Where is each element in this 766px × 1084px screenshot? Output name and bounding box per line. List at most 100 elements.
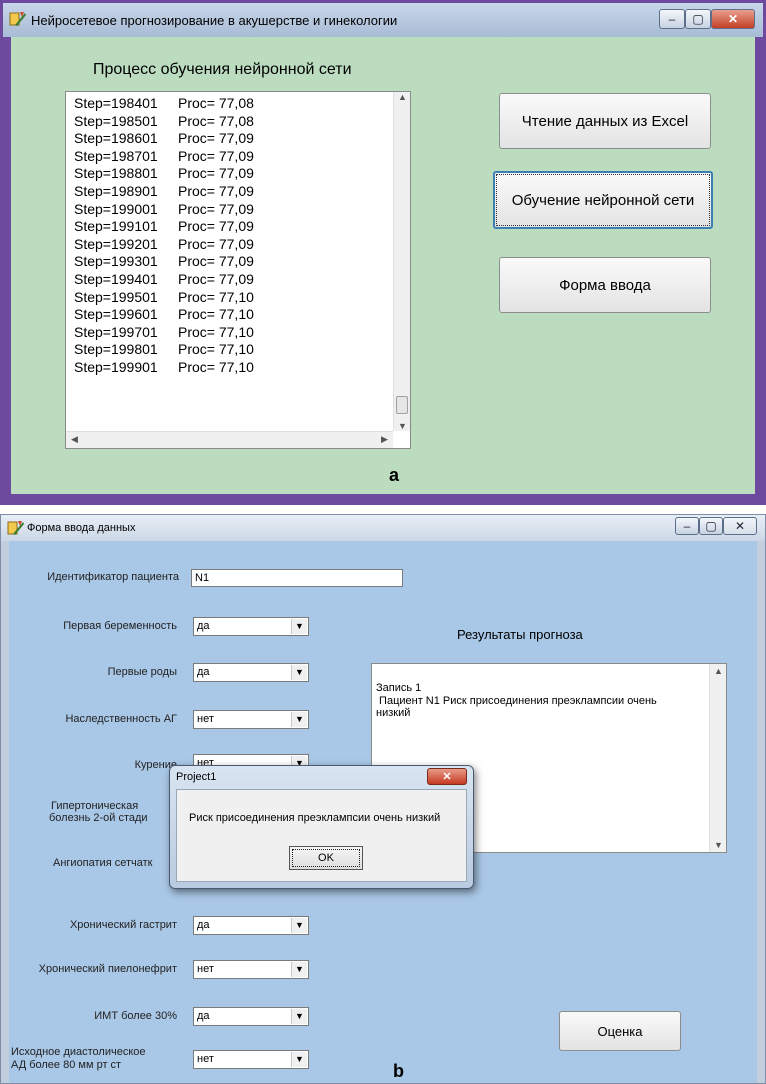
log-proc: Proc= 77,10 (178, 306, 254, 323)
heredity-label: Наследственность АГ (65, 713, 177, 725)
bmi-value: да (197, 1010, 210, 1022)
chevron-down-icon[interactable]: ▼ (291, 712, 307, 727)
log-line[interactable]: Step=199201 Proc= 77,09 (74, 236, 254, 254)
log-step: Step=199901 (74, 358, 158, 375)
scroll-up-icon[interactable]: ▲ (710, 666, 727, 676)
title-bar[interactable]: Нейросетевое прогнозирование в акушерств… (3, 3, 763, 37)
chevron-down-icon[interactable]: ▼ (291, 1052, 307, 1067)
train-network-button[interactable]: Обучение нейронной сети (493, 171, 713, 229)
scroll-left-icon[interactable]: ◀ (66, 434, 83, 445)
chevron-down-icon[interactable]: ▼ (291, 918, 307, 933)
dialog-title: Project1 (176, 771, 217, 783)
input-form-button[interactable]: Форма ввода (499, 257, 711, 313)
pencil-app-icon (7, 519, 25, 537)
close-icon: ✕ (727, 12, 739, 26)
log-proc: Proc= 77,09 (178, 130, 254, 147)
results-line: низкий (376, 707, 411, 719)
log-line[interactable]: Step=199301 Proc= 77,09 (74, 253, 254, 271)
maximize-button[interactable]: ▢ (699, 517, 723, 535)
results-line: Пациент N1 Риск присоединения преэклампс… (376, 694, 657, 707)
close-button[interactable]: ✕ (711, 9, 755, 29)
log-step: Step=199001 (74, 200, 158, 217)
log-step: Step=199401 (74, 270, 158, 287)
hypertension-label-line1: Гипертоническая (51, 800, 139, 812)
log-line[interactable]: Step=199101 Proc= 77,09 (74, 218, 254, 236)
log-proc: Proc= 77,09 (178, 165, 254, 182)
log-proc: Proc= 77,09 (178, 218, 254, 235)
maximize-icon: ▢ (705, 519, 717, 533)
log-line[interactable]: Step=199701 Proc= 77,10 (74, 324, 254, 342)
scroll-up-icon[interactable]: ▲ (394, 92, 411, 102)
read-excel-button[interactable]: Чтение данных из Excel (499, 93, 711, 149)
chevron-down-icon[interactable]: ▼ (291, 962, 307, 977)
scroll-down-icon[interactable]: ▼ (394, 421, 411, 431)
log-line[interactable]: Step=198701 Proc= 77,09 (74, 148, 254, 166)
dialog-message: Риск присоединения преэклампсии очень ни… (189, 812, 441, 824)
gastritis-value: да (197, 919, 210, 931)
gastritis-select[interactable]: да ▼ (193, 916, 309, 935)
log-line[interactable]: Step=198401 Proc= 77,08 (74, 95, 254, 113)
log-line[interactable]: Step=199901 Proc= 77,10 (74, 359, 254, 377)
patient-id-input[interactable]: N1 (191, 569, 403, 587)
heredity-select[interactable]: нет ▼ (193, 710, 309, 729)
chevron-down-icon[interactable]: ▼ (291, 665, 307, 680)
first-birth-select[interactable]: да ▼ (193, 663, 309, 682)
log-line[interactable]: Step=199501 Proc= 77,10 (74, 289, 254, 307)
log-proc: Proc= 77,09 (178, 182, 254, 199)
maximize-button[interactable]: ▢ (685, 9, 711, 29)
diastolic-select[interactable]: нет ▼ (193, 1050, 309, 1069)
log-line[interactable]: Step=198901 Proc= 77,09 (74, 183, 254, 201)
log-step: Step=198501 (74, 112, 158, 129)
message-dialog: Project1 ✕ Риск присоединения преэклампс… (169, 765, 474, 889)
diastolic-label: Исходное диастолическое АД более 80 мм р… (11, 1046, 146, 1072)
log-step: Step=199201 (74, 235, 158, 252)
training-client-area: Процесс обучения нейронной сети Step=198… (11, 37, 755, 494)
first-birth-value: да (197, 666, 210, 678)
chevron-down-icon[interactable]: ▼ (291, 1009, 307, 1024)
dialog-close-button[interactable]: ✕ (427, 768, 467, 785)
close-icon: ✕ (442, 771, 452, 783)
gastritis-label: Хронический гастрит (69, 919, 177, 931)
training-log-listbox[interactable]: Step=198401 Proc= 77,08 Step=198501 Proc= 7… (65, 91, 411, 449)
first-pregnancy-value: да (197, 620, 210, 632)
scroll-right-icon[interactable]: ▶ (376, 434, 393, 445)
log-step: Step=199101 (74, 218, 158, 235)
log-line[interactable]: Step=198801 Proc= 77,09 (74, 165, 254, 183)
scroll-thumb[interactable] (396, 396, 408, 414)
log-step: Step=199301 (74, 253, 158, 270)
close-icon: ✕ (734, 519, 746, 533)
minimize-button[interactable]: – (659, 9, 685, 29)
window-title: Форма ввода данных (27, 522, 136, 534)
vertical-scrollbar[interactable]: ▲ ▼ (709, 664, 726, 852)
heredity-value: нет (197, 713, 214, 725)
bmi-select[interactable]: да ▼ (193, 1007, 309, 1026)
maximize-icon: ▢ (692, 12, 704, 26)
log-line[interactable]: Step=199801 Proc= 77,10 (74, 341, 254, 359)
scroll-down-icon[interactable]: ▼ (710, 840, 727, 850)
log-line[interactable]: Step=199001 Proc= 77,09 (74, 201, 254, 219)
pyelonephritis-select[interactable]: нет ▼ (193, 960, 309, 979)
minimize-button[interactable]: – (675, 517, 699, 535)
log-line[interactable]: Step=198501 Proc= 77,08 (74, 113, 254, 131)
results-text: Запись 1 Пациент N1 Риск присоединения п… (376, 668, 702, 720)
first-pregnancy-select[interactable]: да ▼ (193, 617, 309, 636)
log-proc: Proc= 77,10 (178, 358, 254, 375)
horizontal-scrollbar[interactable]: ◀ ▶ (66, 431, 393, 448)
log-line[interactable]: Step=198601 Proc= 77,09 (74, 130, 254, 148)
log-line[interactable]: Step=199601 Proc= 77,10 (74, 306, 254, 324)
pencil-app-icon (9, 10, 27, 28)
evaluate-button[interactable]: Оценка (559, 1011, 681, 1051)
vertical-scrollbar[interactable]: ▲ ▼ (393, 92, 410, 431)
title-bar[interactable]: Форма ввода данных – ▢ ✕ (1, 515, 765, 541)
minimize-icon: – (668, 12, 676, 26)
bmi-label: ИМТ более 30% (94, 1010, 177, 1022)
log-line[interactable]: Step=199401 Proc= 77,09 (74, 271, 254, 289)
ok-button[interactable]: OK (289, 846, 363, 870)
close-button[interactable]: ✕ (723, 517, 757, 535)
chevron-down-icon[interactable]: ▼ (291, 619, 307, 634)
first-pregnancy-label: Первая беременность (63, 620, 177, 632)
log-proc: Proc= 77,09 (178, 147, 254, 164)
dialog-body: Риск присоединения преэклампсии очень ни… (176, 789, 467, 882)
panel-label-a: a (389, 465, 400, 485)
angiopathy-label: Ангиопатия сетчатк (53, 857, 153, 869)
